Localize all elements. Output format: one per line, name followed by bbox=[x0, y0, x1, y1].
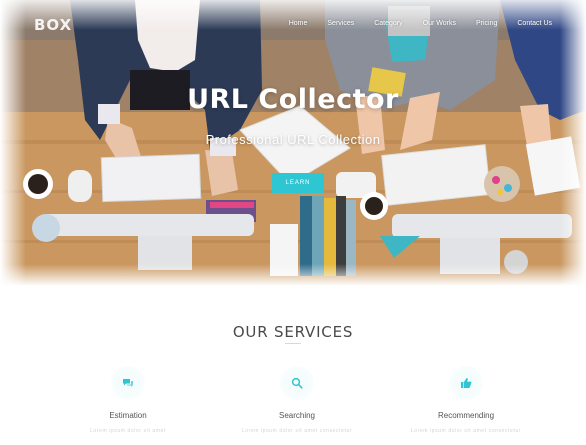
hero-bottom-fade bbox=[0, 264, 586, 286]
nav-item-category[interactable]: Category bbox=[374, 20, 402, 27]
service-description: Lorem ipsum dolor sit amet consectetur bbox=[410, 428, 522, 434]
page: BOX Home Services Category Our Works Pri… bbox=[0, 0, 586, 445]
hero-section: BOX Home Services Category Our Works Pri… bbox=[0, 0, 586, 286]
nav-item-pricing[interactable]: Pricing bbox=[476, 20, 497, 27]
main-nav: Home Services Category Our Works Pricing… bbox=[289, 20, 552, 27]
service-estimation: Estimation Lorem ipsum dolor sit amet bbox=[43, 366, 213, 434]
service-description: Lorem ipsum dolor sit amet consectetur bbox=[241, 428, 353, 434]
service-description: Lorem ipsum dolor sit amet bbox=[90, 428, 166, 434]
nav-item-contact-us[interactable]: Contact Us bbox=[517, 20, 552, 27]
thumbs-up-icon bbox=[461, 378, 472, 388]
service-searching: Searching Lorem ipsum dolor sit amet con… bbox=[212, 366, 382, 434]
services-divider bbox=[285, 343, 301, 344]
nav-item-our-works[interactable]: Our Works bbox=[423, 20, 456, 27]
service-name: Searching bbox=[278, 411, 316, 420]
service-name: Estimation bbox=[109, 411, 147, 420]
services-title: OUR SERVICES bbox=[232, 323, 354, 341]
service-name: Recommending bbox=[437, 411, 495, 420]
hero-cta-button[interactable]: LEARN bbox=[272, 173, 324, 193]
service-recommending: Recommending Lorem ipsum dolor sit amet … bbox=[381, 366, 551, 434]
nav-item-services[interactable]: Services bbox=[327, 20, 354, 27]
search-icon bbox=[291, 377, 303, 389]
chat-icon bbox=[123, 379, 133, 387]
hero-title: URL Collector bbox=[187, 84, 399, 115]
hero-subtitle: Professional URL Collection bbox=[205, 132, 381, 147]
site-logo[interactable]: BOX bbox=[34, 16, 72, 34]
nav-item-home[interactable]: Home bbox=[289, 20, 308, 27]
